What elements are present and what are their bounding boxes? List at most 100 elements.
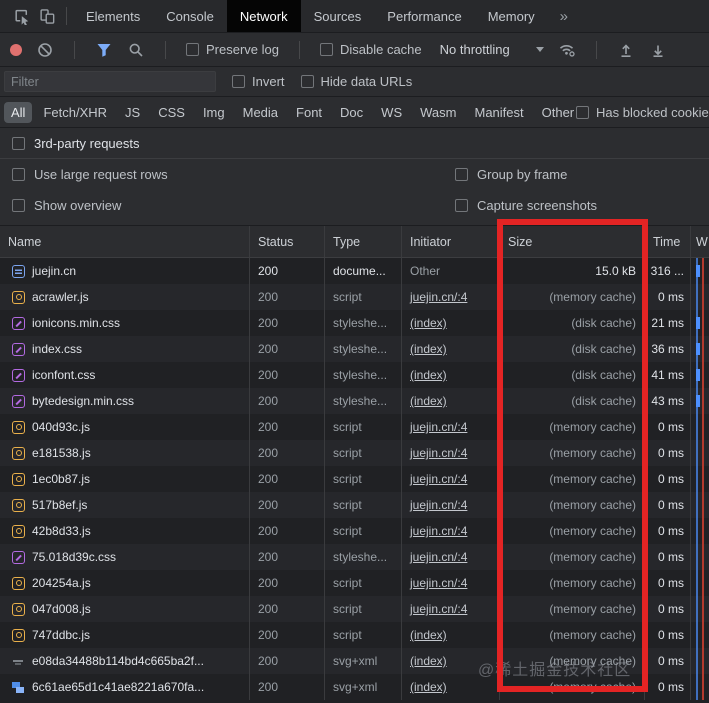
initiator-link[interactable]: (index) <box>410 628 447 642</box>
export-har-icon[interactable] <box>649 41 667 59</box>
initiator-link[interactable]: juejin.cn/:4 <box>410 498 467 512</box>
initiator-link[interactable]: juejin.cn/:4 <box>410 602 467 616</box>
filter-pill-font[interactable]: Font <box>289 102 329 123</box>
table-row[interactable]: 1ec0b87.js 200 script juejin.cn/:4 (memory c… <box>0 466 709 492</box>
request-name: 747ddbc.js <box>32 628 91 642</box>
filter-pill-css[interactable]: CSS <box>151 102 192 123</box>
show-overview-label: Show overview <box>34 198 122 213</box>
cell-status: 200 <box>250 284 325 310</box>
column-header-size[interactable]: Size <box>500 226 645 257</box>
initiator-link[interactable]: (index) <box>410 654 447 668</box>
more-tabs-icon[interactable]: » <box>548 8 580 25</box>
request-name: 204254a.js <box>32 576 91 590</box>
tab-elements[interactable]: Elements <box>73 0 153 32</box>
third-party-row: 3rd-party requests <box>0 128 709 159</box>
filter-pill-all[interactable]: All <box>4 101 33 123</box>
table-row[interactable]: 747ddbc.js 200 script (index) (memory cache)… <box>0 622 709 648</box>
column-header-initiator[interactable]: Initiator <box>402 226 500 257</box>
table-row[interactable]: acrawler.js 200 script juejin.cn/:4 (memory … <box>0 284 709 310</box>
tab-sources[interactable]: Sources <box>301 0 375 32</box>
cell-waterfall <box>691 518 709 544</box>
table-row[interactable]: bytedesign.min.css 200 styleshe... (index) (… <box>0 388 709 414</box>
preserve-log-checkbox[interactable] <box>186 43 199 56</box>
third-party-requests-checkbox[interactable] <box>12 136 25 150</box>
initiator-link[interactable]: juejin.cn/:4 <box>410 446 467 460</box>
table-row[interactable]: ionicons.min.css 200 styleshe... (index) (di… <box>0 310 709 336</box>
column-header-time[interactable]: Time <box>645 226 691 257</box>
initiator-link[interactable]: (index) <box>410 342 447 356</box>
filter-pill-wasm[interactable]: Wasm <box>413 102 463 123</box>
disable-cache-checkbox[interactable] <box>319 43 333 56</box>
use-large-request-rows-checkbox[interactable] <box>12 168 25 181</box>
group-by-frame-checkbox[interactable] <box>455 168 468 181</box>
filter-pill-ws[interactable]: WS <box>374 102 409 123</box>
initiator-text: Other <box>410 264 441 278</box>
network-conditions-icon[interactable] <box>558 41 576 59</box>
filter-pill-img[interactable]: Img <box>196 102 232 123</box>
column-header-type[interactable]: Type <box>325 226 402 257</box>
table-row[interactable]: e181538.js 200 script juejin.cn/:4 (memory c… <box>0 440 709 466</box>
throttling-select[interactable]: No throttling <box>440 42 544 57</box>
tab-memory[interactable]: Memory <box>475 0 548 32</box>
cell-name: acrawler.js <box>0 284 250 310</box>
panel-tabs: Elements Console Network Sources Performance… <box>73 0 548 32</box>
column-header-w[interactable]: W <box>691 226 709 257</box>
initiator-link[interactable]: (index) <box>410 316 447 330</box>
import-har-icon[interactable] <box>617 41 635 59</box>
filter-pill-media[interactable]: Media <box>236 102 285 123</box>
resource-type-filters: All Fetch/XHR JS CSS Img Media Font Doc WS Wasm Ma… <box>0 97 709 128</box>
filter-input[interactable] <box>4 71 216 92</box>
script-file-icon <box>12 446 25 460</box>
table-row[interactable]: 75.018d39c.css 200 styleshe... juejin.cn/:4… <box>0 544 709 570</box>
filter-pill-doc[interactable]: Doc <box>333 102 370 123</box>
initiator-link[interactable]: juejin.cn/:4 <box>410 472 467 486</box>
table-row[interactable]: 047d008.js 200 script juejin.cn/:4 (memory c… <box>0 596 709 622</box>
initiator-link[interactable]: juejin.cn/:4 <box>410 290 467 304</box>
initiator-link[interactable]: (index) <box>410 394 447 408</box>
tab-network[interactable]: Network <box>226 0 301 32</box>
script-file-icon <box>12 498 25 512</box>
filter-pill-fetch-xhr[interactable]: Fetch/XHR <box>36 102 114 123</box>
initiator-link[interactable]: juejin.cn/:4 <box>410 576 467 590</box>
column-header-name[interactable]: Name <box>0 226 250 257</box>
column-header-status[interactable]: Status <box>250 226 325 257</box>
inspect-element-icon[interactable] <box>8 3 34 29</box>
filter-funnel-icon[interactable] <box>95 41 113 59</box>
cell-status: 200 <box>250 388 325 414</box>
table-row[interactable]: iconfont.css 200 styleshe... (index) (disk c… <box>0 362 709 388</box>
initiator-link[interactable]: (index) <box>410 368 447 382</box>
device-toolbar-icon[interactable] <box>34 3 60 29</box>
initiator-link[interactable]: (index) <box>410 680 447 694</box>
toolbar-divider <box>66 7 67 25</box>
filter-pill-manifest[interactable]: Manifest <box>467 102 530 123</box>
invert-checkbox[interactable] <box>232 75 245 88</box>
tab-performance[interactable]: Performance <box>374 0 474 32</box>
table-row[interactable]: juejin.cn 200 docume... Other 15.0 kB 316 ... <box>0 258 709 284</box>
initiator-link[interactable]: juejin.cn/:4 <box>410 550 467 564</box>
initiator-link[interactable]: juejin.cn/:4 <box>410 420 467 434</box>
capture-screenshots-checkbox[interactable] <box>455 199 468 212</box>
table-row[interactable]: 42b8d33.js 200 script juejin.cn/:4 (memory c… <box>0 518 709 544</box>
search-icon[interactable] <box>127 41 145 59</box>
cell-type: svg+xml <box>325 648 402 674</box>
image-blue-file-icon <box>12 681 25 694</box>
hide-data-urls-checkbox[interactable] <box>300 75 314 88</box>
has-blocked-cookies-checkbox[interactable] <box>576 105 589 119</box>
cell-size: (memory cache) <box>500 622 645 648</box>
cell-initiator: (index) <box>402 310 500 336</box>
stylesheet-file-icon <box>12 550 25 564</box>
filter-pill-js[interactable]: JS <box>118 102 147 123</box>
initiator-link[interactable]: juejin.cn/:4 <box>410 524 467 538</box>
cell-type: script <box>325 284 402 310</box>
show-overview-checkbox[interactable] <box>12 199 25 212</box>
cell-time: 0 ms <box>645 674 691 700</box>
tab-console[interactable]: Console <box>153 0 227 32</box>
table-row[interactable]: 040d93c.js 200 script juejin.cn/:4 (memory c… <box>0 414 709 440</box>
table-row[interactable]: index.css 200 styleshe... (index) (disk cach… <box>0 336 709 362</box>
cell-type: styleshe... <box>325 310 402 336</box>
filter-pill-other[interactable]: Other <box>535 102 582 123</box>
table-row[interactable]: 204254a.js 200 script juejin.cn/:4 (memory c… <box>0 570 709 596</box>
clear-network-log-icon[interactable] <box>36 41 54 59</box>
record-network-log-button[interactable] <box>10 43 22 56</box>
table-row[interactable]: 517b8ef.js 200 script juejin.cn/:4 (memory c… <box>0 492 709 518</box>
